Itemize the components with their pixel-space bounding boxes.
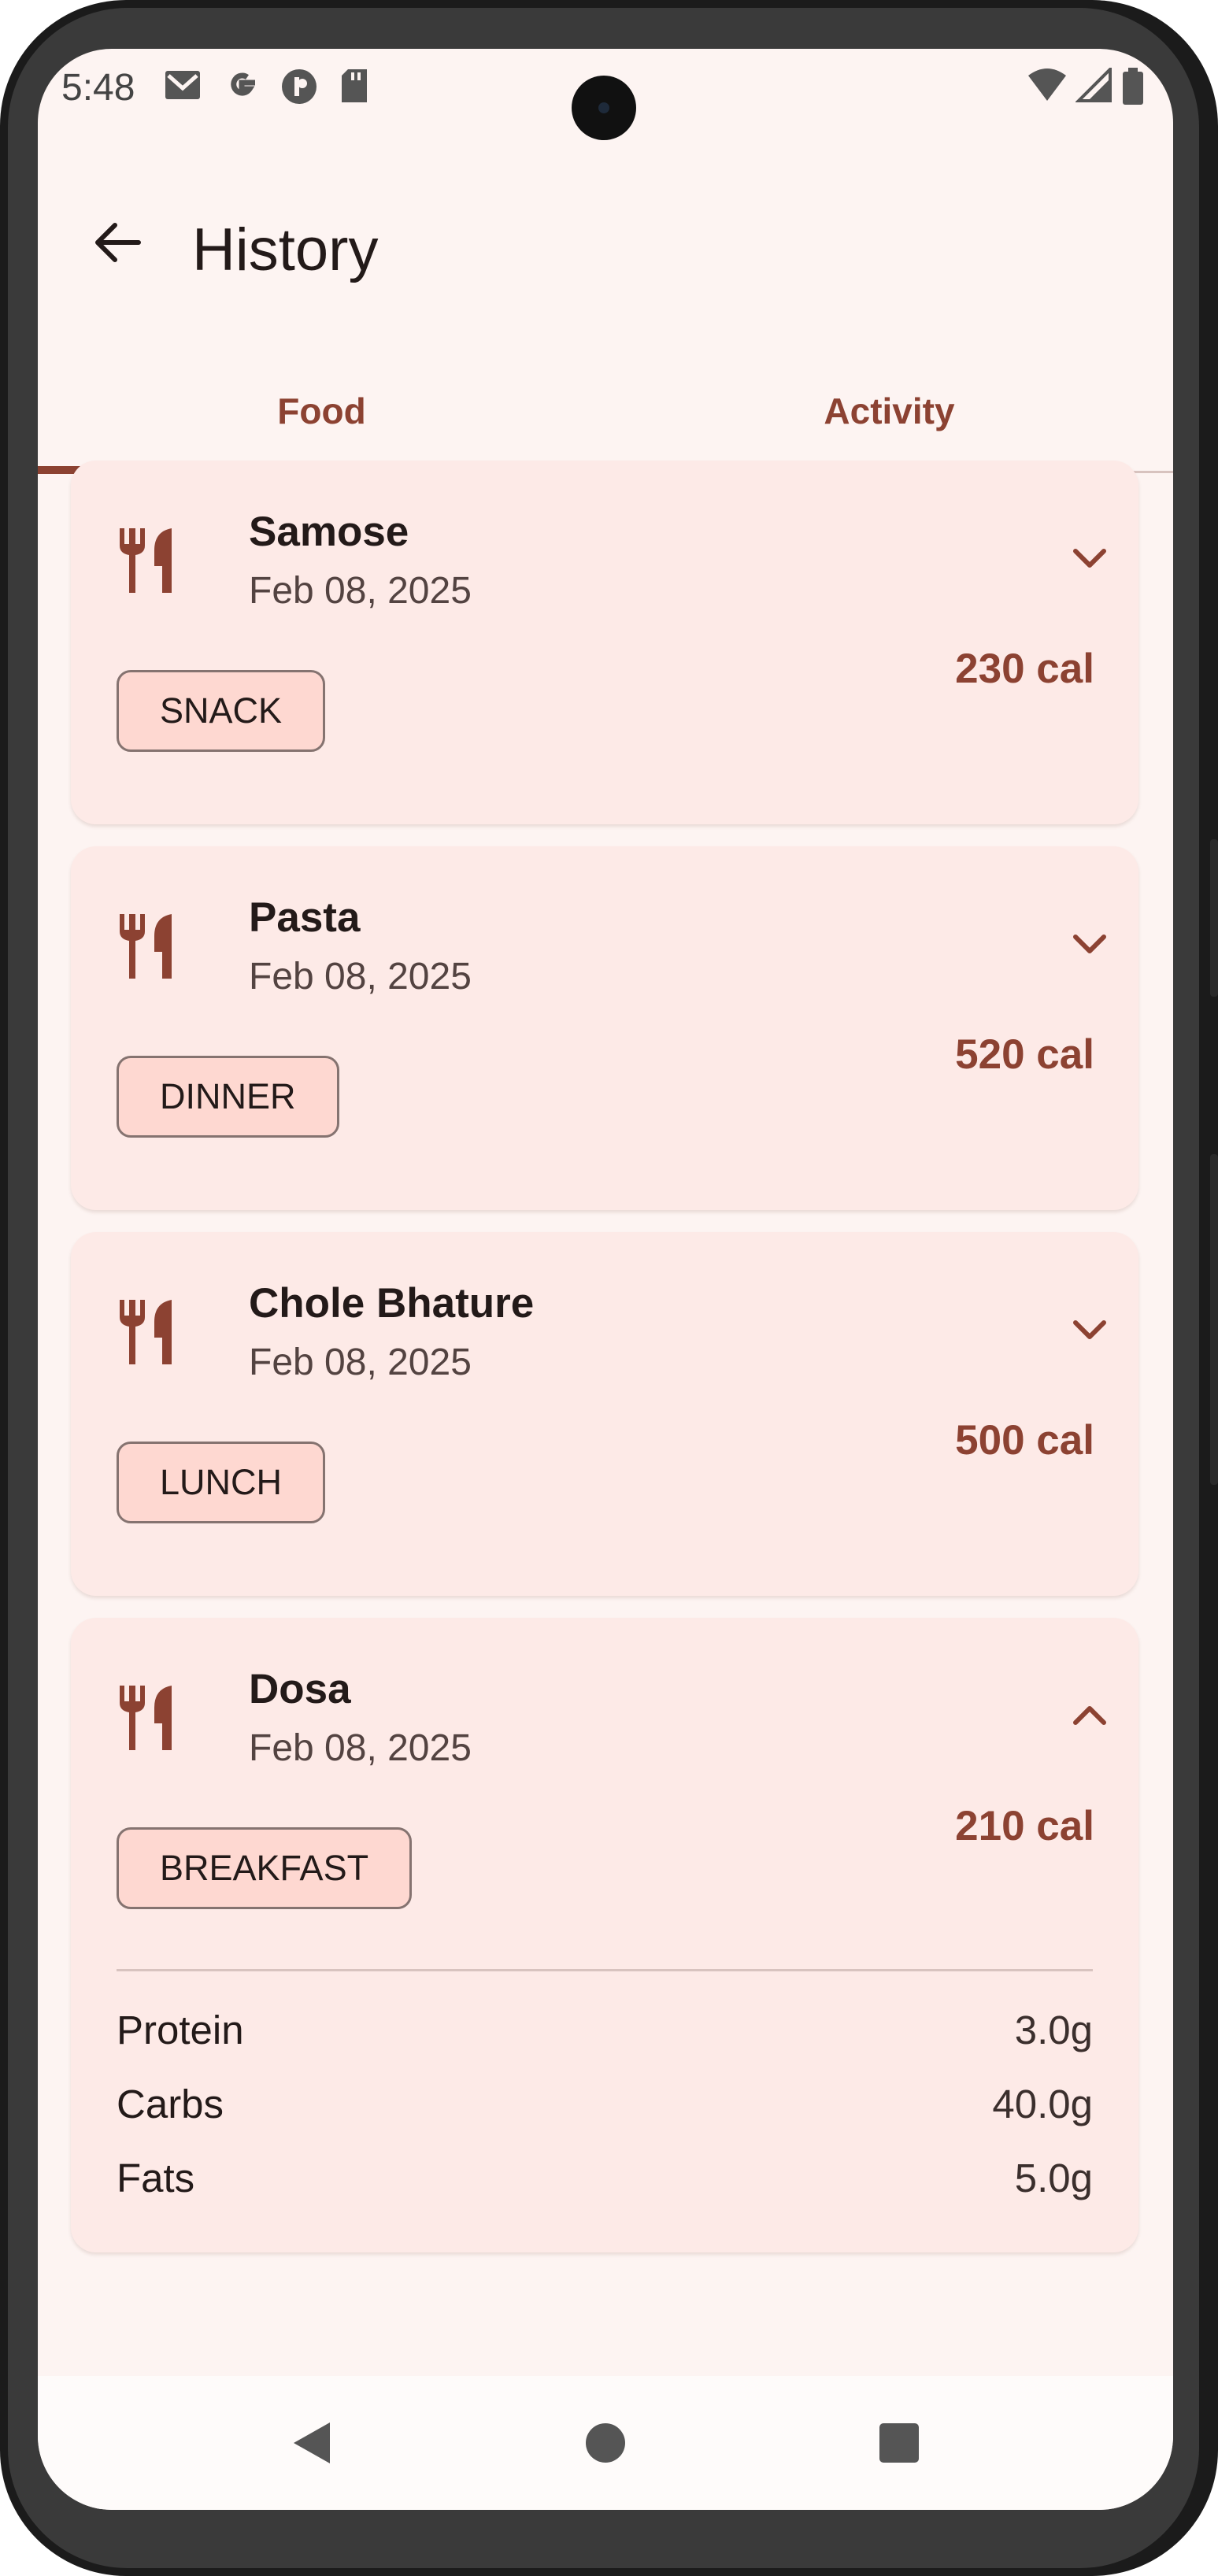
nutrient-label: Fats [117, 2156, 195, 2200]
google-icon [224, 68, 260, 108]
nutrient-label: Protein [117, 2008, 244, 2052]
recents-square-icon [879, 2423, 919, 2463]
nav-back-button[interactable] [249, 2376, 375, 2510]
power-button [1210, 839, 1218, 997]
restaurant-icon [117, 1686, 173, 1754]
nutrient-row-protein: Protein 3.0g [117, 2007, 1093, 2062]
food-entry-card[interactable]: Pasta Feb 08, 2025 DINNER 520 cal [71, 846, 1138, 1210]
screen: 5:48 History Food Activity Samose Feb 08… [38, 49, 1173, 2510]
calories-value: 230 cal [955, 646, 1094, 692]
chevron-down-icon[interactable] [1058, 1298, 1121, 1361]
system-nav-bar [38, 2376, 1173, 2510]
nutrient-row-fats: Fats 5.0g [117, 2155, 1093, 2210]
chevron-down-icon[interactable] [1058, 527, 1121, 590]
meal-type-chip[interactable]: DINNER [117, 1056, 339, 1138]
app-icon [280, 68, 318, 109]
back-button[interactable] [79, 205, 154, 280]
sd-card-icon [339, 68, 370, 108]
status-bar: 5:48 [38, 49, 1173, 140]
tab-bar: Food Activity [38, 348, 1173, 474]
food-entry-card-expanded[interactable]: Dosa Feb 08, 2025 BREAKFAST 210 cal Prot… [71, 1618, 1138, 2252]
food-name: Samose [249, 509, 409, 555]
page-title: History [192, 217, 379, 283]
status-time: 5:48 [61, 67, 135, 109]
restaurant-icon [117, 528, 173, 597]
nav-home-button[interactable] [542, 2376, 668, 2510]
food-date: Feb 08, 2025 [249, 570, 472, 612]
meal-type-chip[interactable]: BREAKFAST [117, 1827, 413, 1909]
calories-value: 500 cal [955, 1417, 1094, 1464]
food-entry-card[interactable]: Samose Feb 08, 2025 SNACK 230 cal [71, 461, 1138, 824]
wifi-icon [1027, 68, 1068, 106]
food-date: Feb 08, 2025 [249, 1342, 472, 1383]
details-divider [117, 1969, 1093, 1971]
chevron-up-icon[interactable] [1058, 1684, 1121, 1747]
back-triangle-icon [294, 2422, 330, 2463]
arrow-back-icon [95, 223, 141, 262]
food-entry-card[interactable]: Chole Bhature Feb 08, 2025 LUNCH 500 cal [71, 1232, 1138, 1596]
meal-type-chip[interactable]: SNACK [117, 670, 326, 752]
meal-type-chip[interactable]: LUNCH [117, 1442, 326, 1523]
chevron-down-icon[interactable] [1058, 912, 1121, 975]
battery-icon [1121, 68, 1145, 109]
nutrient-label: Carbs [117, 2082, 224, 2126]
volume-button [1210, 1154, 1218, 1485]
nutrient-value: 40.0g [992, 2082, 1093, 2126]
front-camera [572, 76, 636, 140]
nutrient-value: 5.0g [1014, 2156, 1093, 2200]
signal-icon [1075, 65, 1112, 106]
calories-value: 520 cal [955, 1031, 1094, 1078]
calories-value: 210 cal [955, 1803, 1094, 1849]
nutrient-value: 3.0g [1014, 2008, 1093, 2052]
food-date: Feb 08, 2025 [249, 956, 472, 997]
restaurant-icon [117, 914, 173, 983]
nav-recents-button[interactable] [836, 2376, 962, 2510]
nutrient-row-carbs: Carbs 40.0g [117, 2081, 1093, 2136]
restaurant-icon [117, 1300, 173, 1368]
food-name: Pasta [249, 894, 361, 941]
food-name: Dosa [249, 1666, 351, 1712]
food-date: Feb 08, 2025 [249, 1727, 472, 1769]
tab-food[interactable]: Food [38, 348, 605, 474]
gmail-icon [164, 68, 202, 106]
tab-activity[interactable]: Activity [605, 348, 1173, 474]
home-circle-icon [586, 2423, 625, 2463]
food-name: Chole Bhature [249, 1280, 535, 1327]
